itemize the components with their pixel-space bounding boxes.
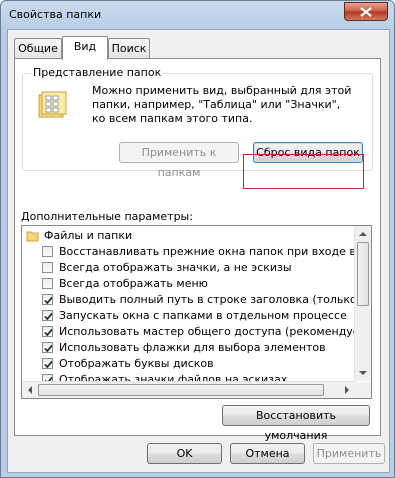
window-title: Свойства папки bbox=[9, 8, 102, 21]
apply-label: Применить bbox=[316, 447, 382, 460]
close-button[interactable] bbox=[344, 2, 388, 21]
scroll-up-icon[interactable] bbox=[355, 226, 371, 242]
apply-button[interactable]: Применить bbox=[313, 443, 385, 464]
list-item-label: Отображать буквы дисков bbox=[59, 357, 214, 370]
checkmark-icon bbox=[44, 328, 53, 337]
checkmark-icon bbox=[44, 360, 53, 369]
list-item-label: Файлы и папки bbox=[44, 229, 133, 242]
list-item-label: Всегда отображать значки, а не эскизы bbox=[59, 261, 292, 274]
folder-view-icon bbox=[38, 91, 67, 118]
checkbox-unchecked[interactable] bbox=[42, 246, 53, 257]
restore-defaults-label: Восстановить умолчания bbox=[256, 409, 336, 442]
scroll-down-icon[interactable] bbox=[355, 365, 371, 381]
restore-defaults-button[interactable]: Восстановить умолчания bbox=[222, 405, 370, 442]
view-tab-panel: Представление папок Можно применить вид,… bbox=[14, 58, 381, 442]
list-item-label: Всегда отображать меню bbox=[59, 277, 208, 290]
dialog-client: Общие Вид Поиск Представление папок Можн… bbox=[7, 29, 390, 473]
horizontal-scrollbar[interactable] bbox=[22, 381, 355, 398]
list-item-label: Восстанавливать прежние окна папок при в… bbox=[59, 245, 372, 258]
list-item-label: Выводить полный путь в строке заголовка … bbox=[59, 293, 368, 306]
advanced-settings-list[interactable]: Файлы и папки Восстанавливать прежние ок… bbox=[21, 225, 372, 399]
scroll-right-icon[interactable] bbox=[339, 382, 355, 398]
scroll-left-icon[interactable] bbox=[22, 382, 38, 398]
highlight-frame bbox=[243, 154, 364, 189]
checkmark-icon bbox=[44, 344, 53, 353]
checkbox-checked[interactable] bbox=[42, 310, 53, 321]
tab-view[interactable]: Вид bbox=[62, 36, 108, 60]
ok-label: OK bbox=[176, 447, 193, 460]
list-item-label: Использовать мастер общего доступа (реко… bbox=[59, 325, 366, 338]
vertical-scroll-thumb[interactable] bbox=[357, 242, 369, 306]
folder-views-label: Представление папок bbox=[31, 66, 164, 79]
apply-to-folders-button[interactable]: Применить к папкам bbox=[119, 142, 239, 179]
tab-search[interactable]: Поиск bbox=[108, 38, 150, 59]
tab-view-label: Вид bbox=[73, 40, 97, 53]
apply-to-folders-label: Применить к папкам bbox=[141, 146, 217, 179]
checkbox-checked[interactable] bbox=[42, 326, 53, 337]
checkmark-icon bbox=[44, 312, 53, 321]
folder-options-window: Свойства папки Общие Вид Поиск Представл… bbox=[0, 0, 395, 478]
folder-views-description: Можно применить вид, выбранный для этой … bbox=[92, 84, 352, 125]
folder-icon bbox=[26, 231, 39, 242]
advanced-settings-label: Дополнительные параметры: bbox=[21, 210, 193, 223]
title-bar[interactable]: Свойства папки bbox=[1, 1, 394, 29]
ok-button[interactable]: OK bbox=[147, 443, 222, 464]
tab-search-label: Поиск bbox=[111, 42, 147, 55]
vertical-scrollbar[interactable] bbox=[354, 226, 371, 381]
checkbox-unchecked[interactable] bbox=[42, 262, 53, 273]
tab-general[interactable]: Общие bbox=[14, 38, 62, 59]
tab-general-label: Общие bbox=[18, 42, 58, 55]
cancel-button[interactable]: Отмена bbox=[230, 443, 305, 464]
list-item-label: Запускать окна с папками в отдельном про… bbox=[59, 309, 347, 322]
checkbox-checked[interactable] bbox=[42, 358, 53, 369]
checkbox-checked[interactable] bbox=[42, 294, 53, 305]
horizontal-scroll-thumb[interactable] bbox=[38, 384, 324, 396]
close-icon bbox=[360, 7, 372, 17]
cancel-label: Отмена bbox=[245, 447, 290, 460]
checkbox-checked[interactable] bbox=[42, 342, 53, 353]
checkbox-unchecked[interactable] bbox=[42, 278, 53, 289]
list-item-label: Использовать флажки для выбора элементов bbox=[59, 341, 326, 354]
scrollbar-corner bbox=[355, 382, 371, 398]
checkmark-icon bbox=[44, 296, 53, 305]
